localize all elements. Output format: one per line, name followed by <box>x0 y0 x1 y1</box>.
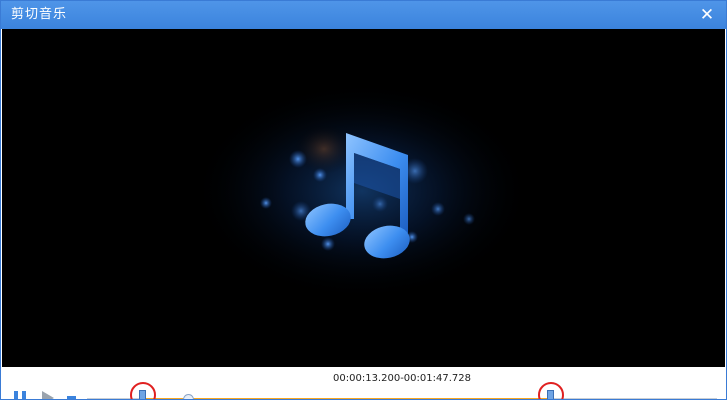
time-range-label: 00:00:13.200-00:01:47.728 <box>333 373 471 384</box>
end-trim-handle[interactable] <box>547 390 554 399</box>
window-title: 剪切音乐 <box>11 7 68 22</box>
title-bar[interactable]: 剪切音乐 ✕ <box>1 1 726 29</box>
close-button[interactable]: ✕ <box>698 6 716 24</box>
playback-controls: 00:00:13.200-00:01:47.728 <box>2 367 725 399</box>
video-preview <box>2 29 725 367</box>
music-note-icon <box>192 81 532 301</box>
cut-music-window: 剪切音乐 ✕ 00:00:13.200-00:01:47.728 <box>0 0 727 400</box>
pause-button[interactable] <box>13 391 29 399</box>
play-button[interactable] <box>42 391 54 399</box>
stop-button[interactable] <box>67 396 76 399</box>
start-trim-handle[interactable] <box>139 390 146 399</box>
playhead[interactable] <box>183 394 194 399</box>
